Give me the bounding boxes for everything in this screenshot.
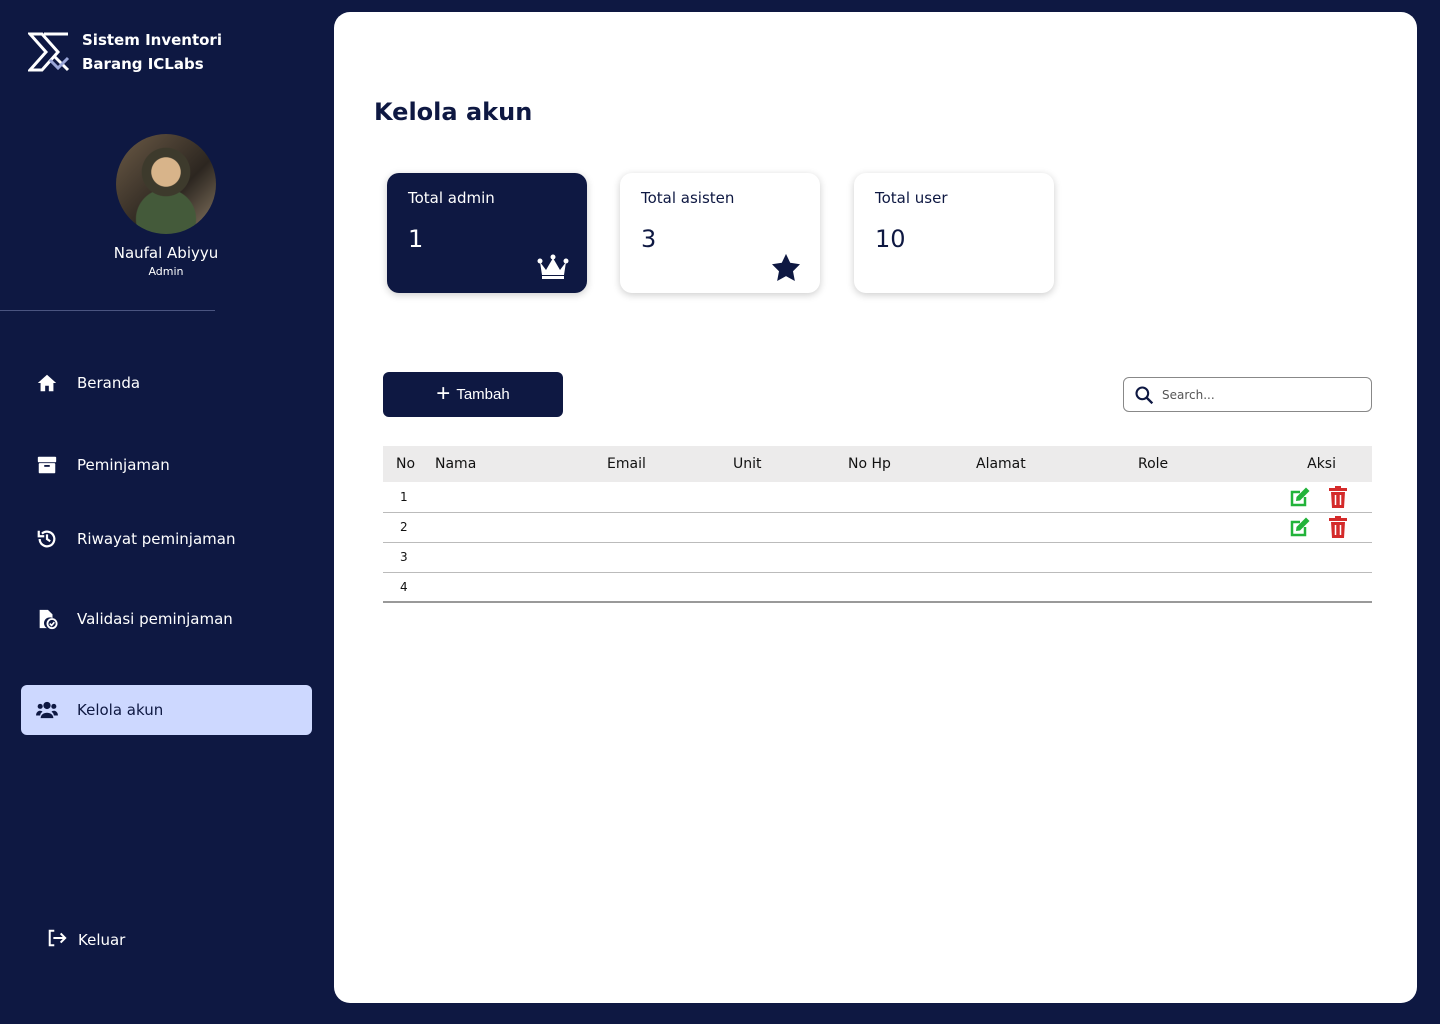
main-panel: Kelola akun Total admin 1 Total asisten …: [334, 12, 1417, 1003]
row-actions: [1262, 485, 1372, 509]
star-icon: [772, 253, 800, 281]
card-label: Total admin: [408, 189, 495, 207]
table-row[interactable]: 3: [383, 542, 1372, 572]
sidebar-item-peminjaman[interactable]: Peminjaman: [21, 440, 312, 490]
accounts-table: No Nama Email Unit No Hp Alamat Role Aks…: [383, 446, 1372, 603]
sidebar-item-riwayat[interactable]: Riwayat peminjaman: [21, 514, 312, 564]
sidebar-item-label: Kelola akun: [77, 701, 164, 719]
search-box[interactable]: [1123, 377, 1372, 412]
card-total-asisten: Total asisten 3: [620, 173, 820, 293]
users-icon: [35, 698, 59, 722]
column-header[interactable]: Unit: [733, 446, 848, 482]
trash-icon[interactable]: [1326, 515, 1350, 539]
table-row[interactable]: 4: [383, 572, 1372, 602]
column-header[interactable]: Email: [607, 446, 733, 482]
logo-icon: [28, 32, 70, 72]
row-number: 1: [400, 489, 408, 504]
card-value: 1: [408, 225, 424, 253]
card-label: Total asisten: [641, 189, 735, 207]
logout-button[interactable]: Keluar: [46, 928, 125, 952]
sidebar: Sistem Inventori Barang ICLabs Naufal Ab…: [0, 0, 334, 1024]
box-icon: [35, 453, 59, 477]
brand-line-1: Sistem Inventori: [82, 31, 222, 49]
crown-icon: [537, 254, 569, 279]
sidebar-item-label: Riwayat peminjaman: [77, 530, 236, 548]
column-header[interactable]: Alamat: [976, 446, 1138, 482]
brand[interactable]: Sistem Inventori Barang ICLabs: [28, 28, 222, 76]
add-button[interactable]: + Tambah: [383, 372, 563, 417]
search-icon: [1135, 385, 1154, 404]
sidebar-item-beranda[interactable]: Beranda: [21, 358, 312, 408]
logout-icon: [46, 928, 68, 952]
column-header[interactable]: Aksi: [1262, 446, 1372, 482]
table-row[interactable]: 1: [383, 482, 1372, 512]
column-header[interactable]: Nama: [435, 446, 607, 482]
card-label: Total user: [875, 189, 948, 207]
file-check-icon: [35, 607, 59, 631]
sidebar-item-label: Validasi peminjaman: [77, 610, 233, 628]
avatar[interactable]: [116, 134, 216, 234]
row-number: 2: [400, 520, 408, 534]
card-total-admin: Total admin 1: [387, 173, 587, 293]
trash-icon[interactable]: [1326, 485, 1350, 509]
card-value: 10: [875, 225, 906, 253]
profile-name: Naufal Abiyyu: [113, 244, 219, 262]
table-header-row: No Nama Email Unit No Hp Alamat Role Aks…: [383, 446, 1372, 482]
page-title: Kelola akun: [374, 98, 533, 126]
home-icon: [35, 371, 59, 395]
edit-icon[interactable]: [1288, 485, 1312, 509]
logout-label: Keluar: [78, 931, 126, 949]
column-header[interactable]: No Hp: [848, 446, 976, 482]
edit-icon[interactable]: [1288, 515, 1312, 539]
column-header[interactable]: No: [383, 446, 435, 482]
brand-line-2: Barang ICLabs: [82, 55, 204, 73]
sidebar-item-label: Beranda: [77, 374, 141, 392]
card-value: 3: [641, 225, 657, 253]
profile: Naufal Abiyyu Admin: [0, 134, 332, 278]
profile-role: Admin: [148, 265, 184, 278]
column-header[interactable]: Role: [1138, 446, 1262, 482]
table-row[interactable]: 2: [383, 512, 1372, 542]
sidebar-item-label: Peminjaman: [77, 456, 170, 474]
brand-name: Sistem Inventori Barang ICLabs: [82, 28, 222, 76]
plus-icon: +: [436, 379, 451, 407]
add-button-label: Tambah: [456, 386, 510, 403]
search-input[interactable]: [1162, 387, 1352, 402]
row-number: 3: [400, 550, 408, 564]
sidebar-item-kelola-akun[interactable]: Kelola akun: [21, 685, 312, 735]
sidebar-divider: [0, 310, 215, 311]
row-actions: [1262, 515, 1372, 539]
row-number: 4: [400, 579, 408, 594]
history-icon: [35, 527, 59, 551]
sidebar-item-validasi[interactable]: Validasi peminjaman: [21, 594, 312, 644]
card-total-user: Total user 10: [854, 173, 1054, 293]
